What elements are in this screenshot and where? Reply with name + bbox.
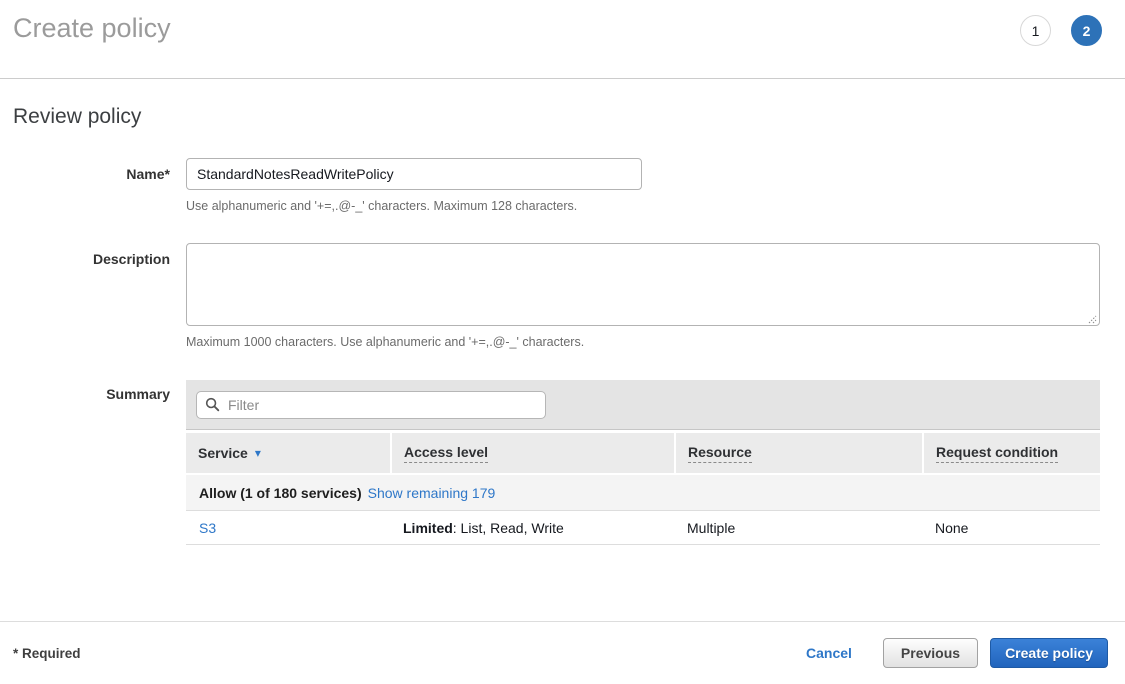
summary-row: Summary Service ▾ [13,380,1100,545]
section-title: Review policy [13,105,1100,129]
access-level-detail: : List, Read, Write [453,520,564,536]
column-header-access-level-label: Access level [404,444,488,463]
search-icon [205,397,220,412]
access-level-prefix: Limited [403,520,453,536]
step-indicator: 1 2 [1020,15,1102,46]
description-label: Description [13,243,170,349]
summary-filter-strip [186,380,1100,430]
resource-cell: Multiple [674,520,922,536]
step-1-label: 1 [1032,23,1040,39]
footer-actions: Cancel Previous Create policy [806,638,1108,668]
column-header-request-condition-label: Request condition [936,444,1058,463]
service-s3-link[interactable]: S3 [199,520,216,536]
allow-group-row: Allow (1 of 180 services) Show remaining… [186,475,1100,511]
filter-box [196,391,546,419]
previous-button[interactable]: Previous [883,638,978,668]
column-header-service[interactable]: Service ▾ [186,433,390,473]
sort-desc-icon: ▾ [255,447,261,459]
name-help-text: Use alphanumeric and '+=,.@-_' character… [186,199,1100,213]
column-header-resource[interactable]: Resource [676,433,922,473]
name-row: Name* Use alphanumeric and '+=,.@-_' cha… [13,158,1100,213]
required-note: * Required [13,646,81,661]
policy-description-textarea[interactable] [186,243,1100,326]
resize-handle-icon[interactable] [1087,311,1097,321]
summary-panel: Service ▾ Access level Resource Request … [186,380,1100,545]
page-header: Create policy 1 2 [0,0,1125,79]
column-header-service-label: Service [198,445,248,461]
request-condition-cell: None [922,520,1100,536]
name-label: Name* [13,158,170,213]
step-1-circle[interactable]: 1 [1020,15,1051,46]
create-policy-page: Create policy 1 2 Review policy Name* Us… [0,0,1125,684]
page-title: Create policy [13,13,171,44]
column-header-request-condition[interactable]: Request condition [924,433,1100,473]
policy-name-input[interactable] [186,158,642,190]
show-remaining-link[interactable]: Show remaining 179 [368,485,496,501]
summary-label: Summary [13,380,170,545]
description-help-text: Maximum 1000 characters. Use alphanumeri… [186,335,1100,349]
column-header-access-level[interactable]: Access level [392,433,674,473]
create-policy-button[interactable]: Create policy [990,638,1108,668]
description-row: Description Maximum 1000 characters. Use… [13,243,1100,349]
summary-filter-input[interactable] [226,396,537,414]
main-content: Review policy Name* Use alphanumeric and… [0,105,1125,545]
table-row: S3 Limited: List, Read, Write Multiple N… [186,511,1100,545]
step-2-circle[interactable]: 2 [1071,15,1102,46]
summary-table-header: Service ▾ Access level Resource Request … [186,433,1100,473]
cancel-link[interactable]: Cancel [806,645,852,661]
allow-group-title: Allow (1 of 180 services) [199,485,362,501]
column-header-resource-label: Resource [688,444,752,463]
footer-bar: * Required Cancel Previous Create policy [0,621,1125,684]
step-2-label: 2 [1083,23,1091,39]
